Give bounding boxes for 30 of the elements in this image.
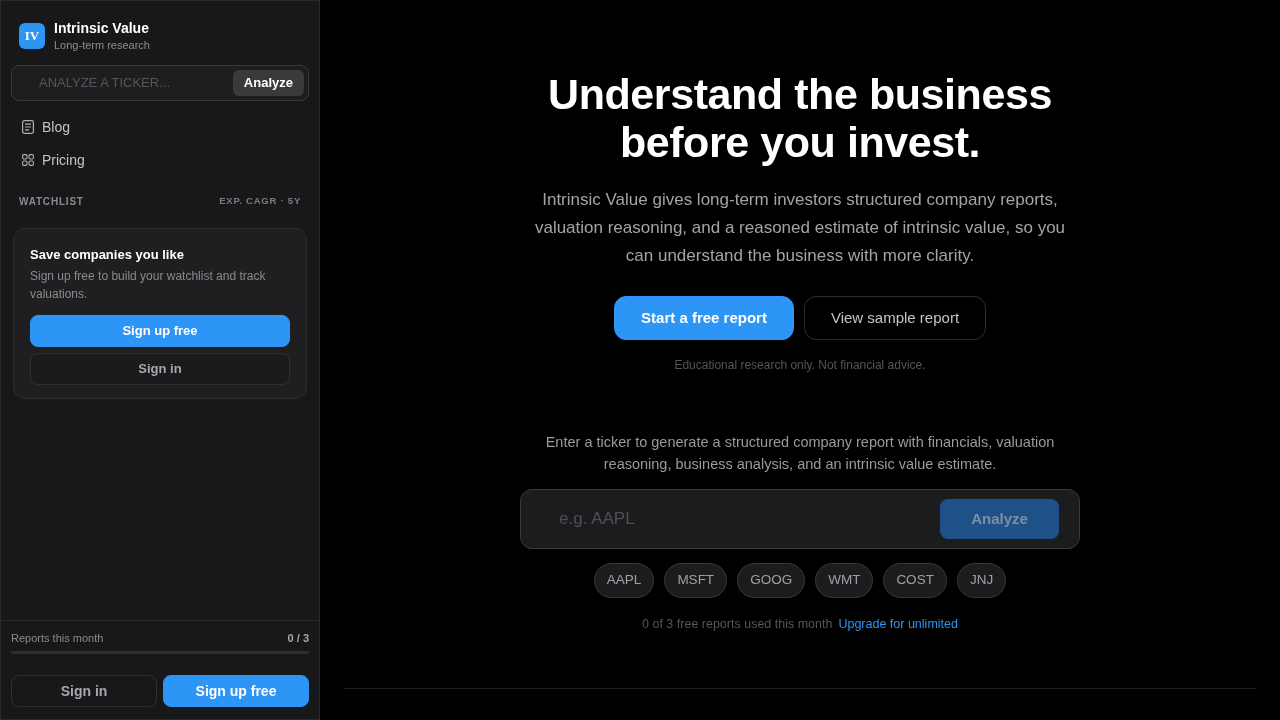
document-icon (22, 120, 34, 134)
sample-report-button[interactable]: View sample report (804, 296, 986, 340)
analyze-button[interactable]: Analyze (232, 70, 304, 96)
ticker-chip[interactable]: MSFT (664, 563, 728, 598)
ticker-chip[interactable]: JNJ (956, 563, 1007, 598)
brand-subtitle: Long-term research (54, 38, 150, 53)
card-text: Sign up free to build your watchlist and track valuations. (30, 268, 267, 303)
analyzer-intro: Enter a ticker to generate a structured company report with financials, valuation reasoning, business analysis, and an intrinsic value estimate. (544, 433, 1056, 474)
logo-icon: IV (19, 23, 45, 49)
ticker-chip[interactable]: WMT (815, 563, 874, 598)
grid-icon (22, 154, 34, 166)
column-label: EXP. CAGR · 5Y (219, 194, 301, 209)
nav-link[interactable]: Pricing (11, 147, 309, 173)
ticker-chip[interactable]: COST (883, 563, 947, 598)
card-title: Save companies you like (30, 246, 185, 264)
ticker-chip[interactable]: AAPL (593, 563, 655, 598)
usage-note: 0 of 3 free reports used this month (642, 616, 833, 632)
ticker-chip[interactable]: GOOG (737, 563, 806, 598)
upgrade-link[interactable]: Upgrade for unlimited (838, 616, 958, 632)
ticker-search-field[interactable]: ANALYZE A TICKER... Analyze (11, 65, 309, 101)
nav-link[interactable]: Blog (11, 114, 309, 140)
hero-description: Intrinsic Value gives long-term investors structured company reports, valuation reasoning, and a reasoned estimate of intrinsic value, so you can understand the business with more clarity. (533, 189, 1067, 267)
watchlist-heading: WATCHLIST (19, 195, 84, 209)
brand-title: Intrinsic Value (54, 19, 150, 37)
sign-in-button[interactable]: Sign in (11, 675, 157, 707)
hero-title: Understand the business before you invest. (547, 70, 1053, 166)
usage-count: 0 / 3 (287, 630, 309, 646)
disclaimer-text: Educational research only. Not financial advice. (674, 357, 926, 373)
sign-in-button[interactable]: Sign in (30, 353, 290, 385)
usage-label: Reports this month (11, 630, 104, 646)
